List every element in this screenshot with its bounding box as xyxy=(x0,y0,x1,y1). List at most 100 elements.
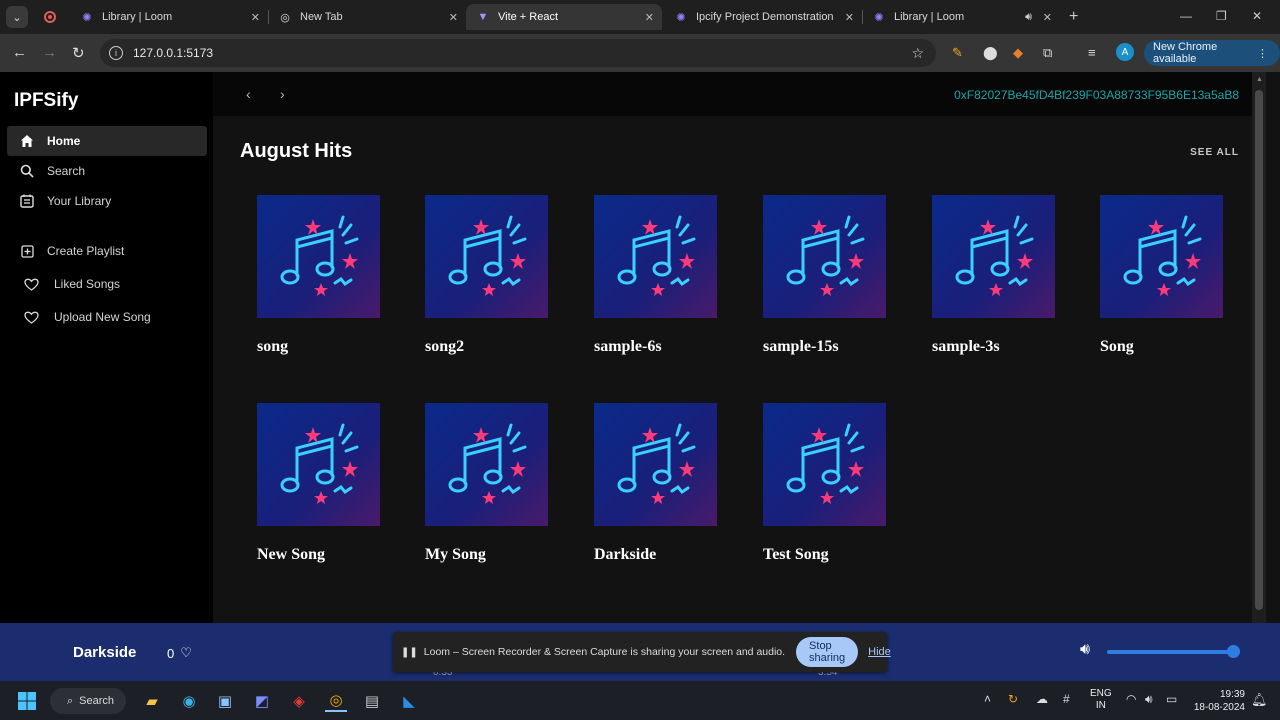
close-icon[interactable]: ✕ xyxy=(251,11,260,24)
tab-vite-react[interactable]: ▼ Vite + React ✕ xyxy=(466,4,662,30)
song-title[interactable]: sample-6s xyxy=(594,338,717,356)
song-title[interactable]: song2 xyxy=(425,338,548,356)
song-title[interactable]: song xyxy=(257,338,380,356)
sidebar-item-create-playlist[interactable]: Create Playlist xyxy=(7,236,207,266)
extension-icon[interactable]: ✎ xyxy=(952,45,963,61)
language-indicator[interactable]: ENG IN xyxy=(1090,688,1112,712)
song-card[interactable]: sample-15s xyxy=(763,195,886,356)
metamask-fox-icon[interactable]: ◆ xyxy=(1013,45,1023,61)
reload-icon[interactable]: ↻ xyxy=(72,44,85,62)
song-title[interactable]: New Song xyxy=(257,546,380,564)
song-card[interactable]: Darkside xyxy=(594,403,717,564)
tab-ipcify-demo[interactable]: ✺ Ipcify Project Demonstration ✕ xyxy=(664,4,863,30)
music-note-cover-image xyxy=(425,403,548,526)
clock-time: 19:39 xyxy=(1219,689,1245,700)
site-info-icon[interactable]: i xyxy=(109,46,123,60)
reading-list-icon[interactable]: ≡ xyxy=(1088,45,1096,60)
location-pin-icon[interactable]: ⬤ xyxy=(983,45,998,61)
app-icon[interactable]: ◩ xyxy=(251,690,273,712)
windows-start-icon[interactable] xyxy=(16,690,38,712)
song-title[interactable]: sample-15s xyxy=(763,338,886,356)
taskbar-clock[interactable]: 19:39 18-08-2024 xyxy=(1190,688,1245,714)
song-card[interactable]: sample-6s xyxy=(594,195,717,356)
chrome-taskbar-icon[interactable]: ◎ xyxy=(325,690,347,712)
chevron-left-icon[interactable]: ‹ xyxy=(246,86,251,102)
slack-icon[interactable]: # xyxy=(1063,692,1070,706)
close-icon[interactable]: ✕ xyxy=(845,11,854,24)
scroll-up-arrow-icon[interactable]: ▲ xyxy=(1256,76,1263,83)
song-card[interactable]: Song xyxy=(1100,195,1223,356)
sidebar-item-label: Create Playlist xyxy=(47,244,125,258)
song-title[interactable]: Song xyxy=(1100,338,1223,356)
hide-banner-link[interactable]: Hide xyxy=(868,646,891,658)
tab-library-loom-1[interactable]: ✺ Library | Loom ✕ xyxy=(70,4,269,30)
song-card[interactable]: song xyxy=(257,195,380,356)
scrollbar[interactable]: ▲ xyxy=(1252,72,1266,623)
tab-search-button[interactable]: ⌄ xyxy=(6,6,28,28)
close-icon[interactable]: ✕ xyxy=(645,11,654,24)
song-title[interactable]: Darkside xyxy=(594,546,717,564)
recording-indicator-icon xyxy=(44,11,56,23)
song-title[interactable]: sample-3s xyxy=(932,338,1055,356)
heart-icon[interactable]: ♡ xyxy=(180,645,192,661)
battery-icon[interactable]: ▭ xyxy=(1166,692,1177,706)
chrome-icon: ◎ xyxy=(280,11,290,24)
see-all-link[interactable]: SEE ALL xyxy=(1190,147,1239,158)
sidebar-item-library[interactable]: Your Library xyxy=(7,186,207,216)
volume-slider-handle[interactable] xyxy=(1227,645,1240,658)
back-arrow-icon[interactable]: ← xyxy=(12,44,27,61)
vscode-icon[interactable]: ◣ xyxy=(398,690,420,712)
speaker-icon[interactable]: 🔊︎ xyxy=(1145,692,1153,707)
terminal-icon[interactable]: ▤ xyxy=(361,690,383,712)
sync-icon[interactable]: ↻ xyxy=(1008,692,1018,706)
song-card[interactable]: New Song xyxy=(257,403,380,564)
bookmark-star-icon[interactable]: ☆ xyxy=(911,45,924,62)
chrome-update-button[interactable]: New Chrome available ⋮ xyxy=(1144,40,1280,66)
profile-avatar[interactable]: A xyxy=(1116,43,1134,61)
file-explorer-icon[interactable]: ▰ xyxy=(141,690,163,712)
song-card[interactable]: My Song xyxy=(425,403,548,564)
forward-arrow-icon[interactable]: → xyxy=(42,44,57,61)
new-tab-button[interactable]: + xyxy=(1069,8,1078,26)
minimize-icon[interactable]: — xyxy=(1180,9,1192,23)
tab-new-tab[interactable]: ◎ New Tab ✕ xyxy=(268,4,466,30)
address-bar[interactable]: i 127.0.0.1:5173 ☆ xyxy=(100,39,936,67)
sidebar-item-home[interactable]: Home xyxy=(7,126,207,156)
sidebar-item-search[interactable]: Search xyxy=(7,156,207,186)
taskbar-search-button[interactable]: ⌕ Search xyxy=(50,688,126,714)
song-card[interactable]: Test Song xyxy=(763,403,886,564)
close-icon[interactable]: ✕ xyxy=(1043,11,1052,24)
sidebar-item-liked-songs[interactable]: Liked Songs xyxy=(7,269,207,299)
mcafee-icon[interactable]: ◈ xyxy=(288,690,310,712)
store-icon[interactable]: ▣ xyxy=(214,690,236,712)
music-note-cover-image xyxy=(257,195,380,318)
volume-icon[interactable]: 🔊︎ xyxy=(1080,641,1090,659)
url-text[interactable]: 127.0.0.1:5173 xyxy=(133,46,213,60)
like-counter[interactable]: 0 ♡ xyxy=(167,645,192,661)
tab-title: Library | Loom xyxy=(102,11,173,23)
tab-library-loom-2[interactable]: ✺ Library | Loom 🔊︎ ✕ xyxy=(862,4,1060,30)
extensions-puzzle-icon[interactable]: ⧉ xyxy=(1043,45,1052,61)
wifi-icon[interactable]: ◠ xyxy=(1126,692,1136,706)
scrollbar-thumb[interactable] xyxy=(1255,90,1263,610)
restore-icon[interactable]: ❐ xyxy=(1216,9,1227,23)
stop-sharing-button[interactable]: Stop sharing xyxy=(796,637,859,667)
song-title[interactable]: Test Song xyxy=(763,546,886,564)
close-icon[interactable]: ✕ xyxy=(449,11,458,24)
sidebar-item-upload-song[interactable]: Upload New Song xyxy=(7,302,207,332)
browser-tab-strip: ⌄ ✺ Library | Loom ✕ ◎ New Tab ✕ ▼ Vite … xyxy=(0,0,1280,34)
song-card[interactable]: song2 xyxy=(425,195,548,356)
volume-slider[interactable] xyxy=(1107,650,1234,654)
window-close-icon[interactable]: ✕ xyxy=(1252,9,1262,23)
audio-playing-icon[interactable]: 🔊︎ xyxy=(1025,11,1032,24)
song-title[interactable]: My Song xyxy=(425,546,548,564)
edge-icon[interactable]: ◉ xyxy=(178,690,200,712)
song-card[interactable]: sample-3s xyxy=(932,195,1055,356)
cloud-icon[interactable]: ☁ xyxy=(1036,692,1048,706)
sidebar-item-label: Your Library xyxy=(47,194,112,208)
chevron-right-icon[interactable]: › xyxy=(280,86,285,102)
app-root: IPFSify Home Search Your Library Create … xyxy=(0,72,1280,623)
notification-bell-icon[interactable]: 🔔︎ xyxy=(1251,692,1268,708)
chevron-up-icon[interactable]: ˄ xyxy=(984,692,991,706)
pause-icon[interactable]: ❚❚ xyxy=(401,647,418,658)
